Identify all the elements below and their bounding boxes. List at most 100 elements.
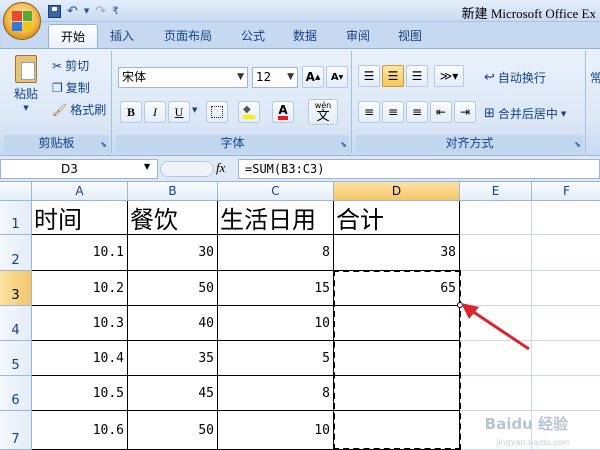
dialog-launcher-icon[interactable]: ⬊ [340, 140, 347, 149]
cell-e6[interactable] [460, 376, 532, 411]
row-header-2[interactable]: 2 [0, 235, 32, 271]
baidu-watermark-url: jingyan.baidu.com [496, 438, 570, 447]
grow-font-button[interactable]: A ▲ [302, 66, 324, 88]
table-cell[interactable]: 50 [128, 411, 218, 450]
cell-f2[interactable] [532, 235, 600, 271]
row-header-1[interactable]: 1 [0, 201, 32, 235]
undo-dropdown-icon[interactable]: ▼ [84, 7, 89, 15]
customize-icon[interactable]: ₹ [112, 6, 118, 17]
font-color-button[interactable]: A [272, 101, 294, 123]
cell-e1[interactable] [460, 201, 532, 235]
table-cell[interactable]: 10.2 [32, 271, 128, 306]
align-bottom-button[interactable]: ☰ [406, 65, 428, 87]
paste-button[interactable]: 粘贴 ▼ [6, 55, 46, 112]
tab-formulas[interactable]: 公式 [229, 24, 277, 48]
header-cell-time[interactable]: 时间 [32, 201, 128, 235]
font-size-select[interactable]: 12 ▼ [252, 67, 298, 88]
row-header-4[interactable]: 4 [0, 306, 32, 341]
name-box[interactable]: D3 [0, 159, 158, 179]
row-header-3[interactable]: 3 [0, 271, 32, 306]
cut-button[interactable]: ✂ 剪切 [52, 57, 89, 74]
table-cell[interactable]: 35 [128, 341, 218, 376]
shrink-font-button[interactable]: A ▼ [326, 66, 348, 88]
tab-insert[interactable]: 插入 [98, 24, 146, 48]
row-header-6[interactable]: 6 [0, 376, 32, 411]
table-cell[interactable]: 10.3 [32, 306, 128, 341]
chevron-down-icon[interactable]: ▼ [144, 162, 150, 171]
table-cell[interactable]: 10.1 [32, 235, 128, 271]
active-cell-d3[interactable]: 65 [334, 271, 460, 306]
column-header-d[interactable]: D [334, 182, 460, 201]
insert-function-button[interactable]: fx [216, 160, 225, 176]
table-cell[interactable] [334, 306, 460, 341]
cell-f3[interactable] [532, 271, 600, 306]
column-header-c[interactable]: C [218, 182, 334, 201]
row-header-5[interactable]: 5 [0, 341, 32, 376]
increase-indent-button[interactable]: ⇥ [454, 101, 476, 123]
redo-icon[interactable]: ↷ [95, 4, 106, 19]
underline-button[interactable]: U [168, 101, 190, 123]
wrap-text-button[interactable]: ↩ 自动换行 [484, 69, 546, 86]
cell-f1[interactable] [532, 201, 600, 235]
table-cell[interactable] [334, 376, 460, 411]
table-cell[interactable]: 10.4 [32, 341, 128, 376]
column-header-b[interactable]: B [128, 182, 218, 201]
header-cell-dining[interactable]: 餐饮 [128, 201, 218, 235]
formula-input[interactable]: =SUM(B3:C3) [238, 159, 600, 179]
save-icon[interactable] [48, 4, 61, 18]
table-cell[interactable]: 50 [128, 271, 218, 306]
header-cell-daily-goods[interactable]: 生活日用 [218, 201, 334, 235]
tab-review[interactable]: 审阅 [334, 24, 382, 48]
phonetic-guide-button[interactable]: wén 文 [308, 99, 338, 125]
table-cell[interactable]: 8 [218, 235, 334, 271]
orientation-button[interactable]: ≫▾ [434, 65, 464, 87]
format-painter-button[interactable]: 🖌 格式刷 [52, 101, 106, 118]
cell-f4[interactable] [532, 306, 600, 341]
tab-view[interactable]: 视图 [386, 24, 434, 48]
tab-data[interactable]: 数据 [281, 24, 329, 48]
tab-home[interactable]: 开始 [48, 24, 99, 50]
table-cell[interactable]: 10 [218, 411, 334, 450]
table-cell[interactable] [334, 411, 460, 450]
align-middle-button[interactable]: ☰ [382, 65, 404, 87]
table-cell[interactable]: 15 [218, 271, 334, 306]
table-cell[interactable]: 5 [218, 341, 334, 376]
italic-button[interactable]: I [144, 101, 166, 123]
align-center-button[interactable]: ≡ [382, 101, 404, 123]
select-all-corner[interactable] [0, 182, 32, 201]
table-cell[interactable] [334, 341, 460, 376]
column-header-f[interactable]: F [532, 182, 600, 201]
column-header-e[interactable]: E [460, 182, 532, 201]
table-cell[interactable]: 10.6 [32, 411, 128, 450]
table-cell[interactable]: 8 [218, 376, 334, 411]
font-name-select[interactable]: 宋体 ▼ [118, 67, 248, 88]
formula-bar-splitter[interactable] [160, 161, 214, 177]
dialog-launcher-icon[interactable]: ⬊ [574, 140, 581, 149]
table-cell[interactable]: 40 [128, 306, 218, 341]
table-cell[interactable]: 30 [128, 235, 218, 271]
table-cell[interactable]: 45 [128, 376, 218, 411]
table-cell[interactable]: 10 [218, 306, 334, 341]
table-cell[interactable]: 10.5 [32, 376, 128, 411]
merge-center-button[interactable]: ⊞ 合并后居中 ▼ [484, 105, 566, 122]
decrease-indent-button[interactable]: ⇤ [430, 101, 452, 123]
align-right-button[interactable]: ≡ [406, 101, 428, 123]
cell-f6[interactable] [532, 376, 600, 411]
dialog-launcher-icon[interactable]: ⬊ [100, 140, 107, 149]
header-cell-total[interactable]: 合计 [334, 201, 460, 235]
column-header-a[interactable]: A [32, 182, 128, 201]
align-top-button[interactable]: ☰ [358, 65, 380, 87]
table-cell[interactable]: 38 [334, 235, 460, 271]
borders-button[interactable] [206, 101, 228, 123]
copy-button[interactable]: ❐ 复制 [52, 79, 90, 96]
align-left-button[interactable]: ≡ [358, 101, 380, 123]
office-button[interactable] [3, 2, 41, 40]
undo-icon[interactable]: ↶ [67, 4, 78, 19]
fill-color-button[interactable]: ◆ [238, 101, 260, 123]
cell-e2[interactable] [460, 235, 532, 271]
bold-button[interactable]: B [120, 101, 142, 123]
cell-f5[interactable] [532, 341, 600, 376]
underline-dropdown[interactable]: ▼ [192, 106, 197, 114]
row-header-7[interactable]: 7 [0, 411, 32, 450]
tab-page-layout[interactable]: 页面布局 [152, 24, 224, 48]
